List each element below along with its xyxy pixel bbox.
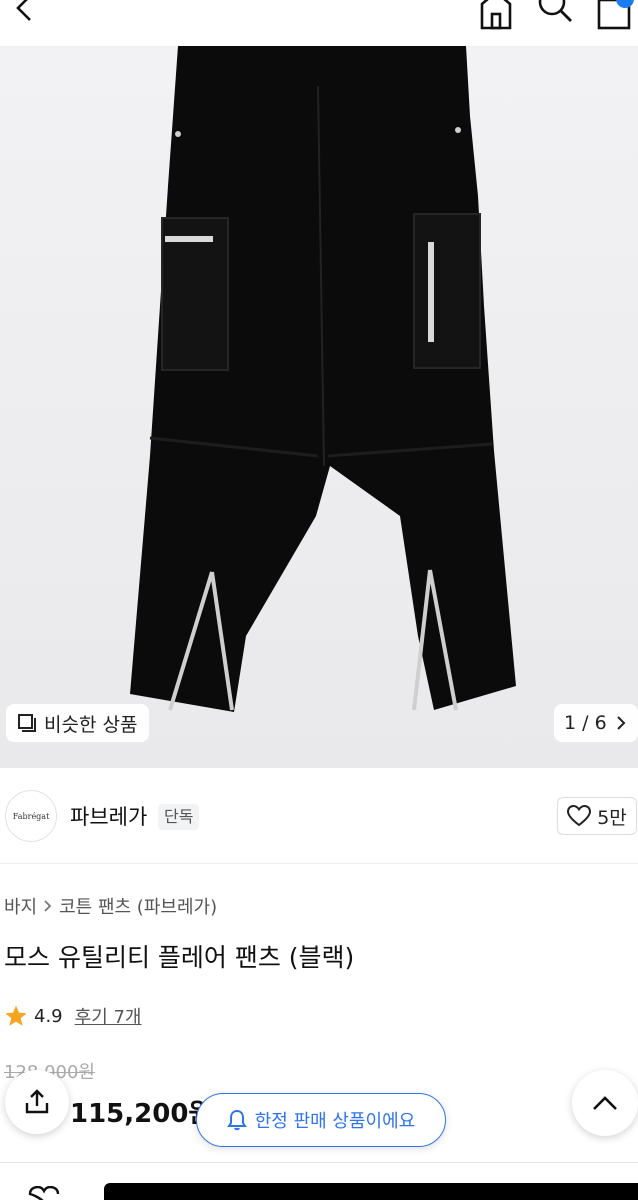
scroll-to-top-button[interactable] [572,1070,638,1136]
gallery-page-indicator[interactable]: 1 / 6 [554,704,638,742]
breadcrumb-subcategory[interactable]: 코튼 팬츠 (파브레가) [59,893,217,919]
rating-score: 4.9 [34,1005,63,1027]
chevron-left-icon[interactable] [10,0,38,28]
share-button[interactable] [5,1070,69,1134]
heart-icon[interactable] [26,1186,62,1200]
product-title: 모스 유틸리티 플레어 팬츠 (블랙) [4,943,355,972]
sale-price: 115,200원 [70,1099,213,1129]
brand-like-button[interactable]: 5만 [557,797,637,835]
limited-sale-label: 한정 판매 상품이에요 [254,1111,416,1132]
like-count: 5만 [597,806,627,829]
rating-row: 4.9 후기 7개 [4,1003,142,1029]
share-icon [25,1089,49,1114]
exclusive-badge: 단독 [158,804,200,830]
chevron-right-icon [44,900,52,912]
chevron-up-icon [593,1096,617,1110]
chevron-right-icon [616,716,626,730]
review-count-link[interactable]: 후기 7개 [75,1003,142,1029]
breadcrumb: 바지 코튼 팬츠 (파브레가) [4,893,217,919]
similar-products-label: 비슷한 상품 [44,713,138,736]
similar-products-chip[interactable]: 비슷한 상품 [6,704,150,742]
product-image[interactable]: 비슷한 상품 1 / 6 [0,46,638,768]
buy-button[interactable] [104,1183,638,1200]
search-icon[interactable] [536,0,574,30]
brand-logo-text: Fabrégat [12,811,50,821]
product-photo-pants [130,46,516,712]
brand-name[interactable]: 파브레가 [70,801,147,831]
star-icon [5,1005,27,1026]
similar-items-icon [18,714,36,732]
brand-logo[interactable]: Fabrégat [5,790,57,842]
limited-sale-notice[interactable]: 한정 판매 상품이에요 [196,1093,446,1147]
heart-icon [567,805,592,827]
home-icon[interactable] [478,0,514,32]
bell-icon [226,1109,247,1131]
breadcrumb-category[interactable]: 바지 [4,893,37,919]
page-indicator-text: 1 / 6 [564,712,607,734]
top-app-bar [0,0,638,46]
